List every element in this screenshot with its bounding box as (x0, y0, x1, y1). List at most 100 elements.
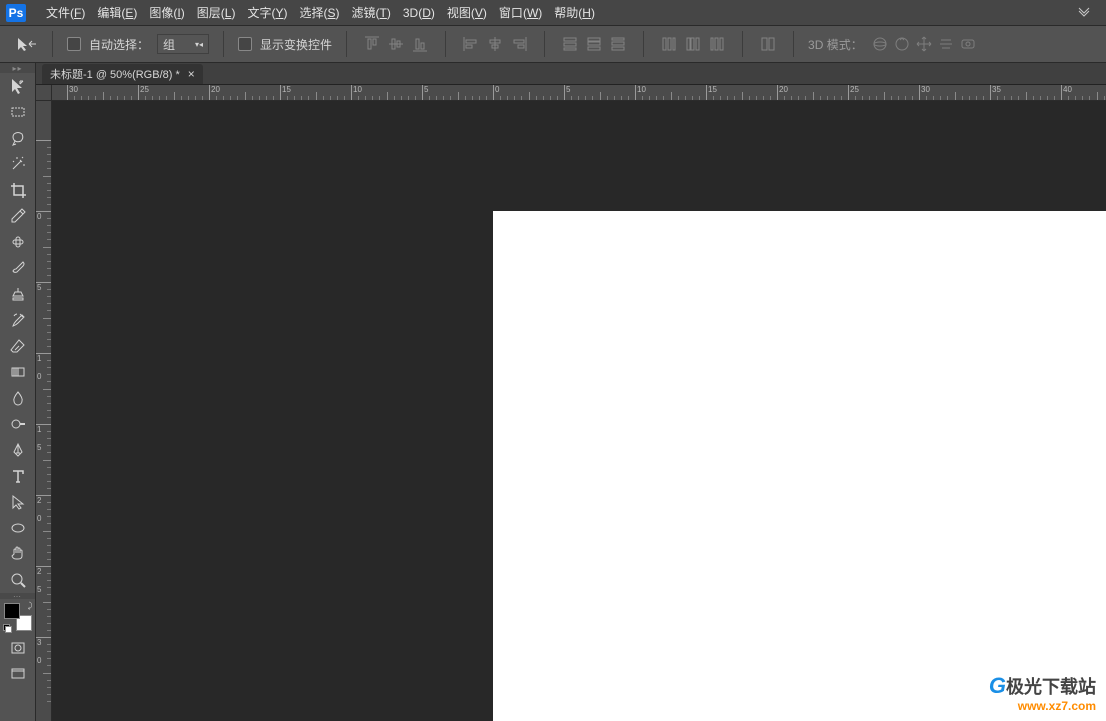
crop-tool[interactable] (0, 177, 36, 203)
align-right-icon[interactable] (508, 33, 530, 55)
align-left-icon[interactable] (460, 33, 482, 55)
auto-align-icon[interactable] (757, 33, 779, 55)
healing-brush-tool[interactable] (0, 229, 36, 255)
auto-align-group (757, 33, 779, 55)
menubar: Ps 文件(F) 编辑(E) 图像(I) 图层(L) 文字(Y) 选择(S) 滤… (0, 0, 1106, 26)
menu-type[interactable]: 文字(Y) (241, 0, 293, 25)
menu-type-label: 文字 (247, 6, 271, 20)
distribute-left-icon[interactable] (658, 33, 680, 55)
menu-file-label: 文件 (46, 6, 70, 20)
menu-edit[interactable]: 编辑(E) (91, 0, 143, 25)
menu-filter[interactable]: 滤镜(T) (346, 0, 397, 25)
blur-tool[interactable] (0, 385, 36, 411)
menu-3d[interactable]: 3D(D) (397, 2, 441, 24)
zoom-tool[interactable] (0, 567, 36, 593)
lasso-tool[interactable] (0, 125, 36, 151)
move-tool[interactable] (0, 73, 36, 99)
color-swatches[interactable]: ⤸ (4, 603, 32, 631)
menu-file[interactable]: 文件(F) (40, 0, 91, 25)
divider (445, 31, 446, 57)
menu-layer-label: 图层 (197, 6, 221, 20)
mode-3d-group (871, 35, 977, 53)
distribute-right-icon[interactable] (706, 33, 728, 55)
chevron-down-icon: ▾◂ (195, 40, 203, 49)
slide-3d-icon[interactable] (937, 35, 955, 53)
expand-panels-icon[interactable] (1072, 3, 1096, 22)
distribute-vcenter-icon[interactable] (583, 33, 605, 55)
path-selection-tool[interactable] (0, 489, 36, 515)
vertical-ruler[interactable]: 051 01 52 02 53 0 (36, 101, 52, 721)
align-group-1 (361, 33, 431, 55)
show-transform-label: 显示变换控件 (260, 36, 332, 53)
document-area: 未标题-1 @ 50%(RGB/8) * × 30252015105051015… (36, 63, 1106, 721)
distribute-top-icon[interactable] (559, 33, 581, 55)
auto-select-label: 自动选择： (89, 36, 149, 53)
auto-select-dropdown[interactable]: 组 ▾◂ (157, 34, 209, 54)
roll-3d-icon[interactable] (893, 35, 911, 53)
divider (742, 31, 743, 57)
distribute-hcenter-icon[interactable] (682, 33, 704, 55)
divider (793, 31, 794, 57)
gradient-tool[interactable] (0, 359, 36, 385)
foreground-color[interactable] (4, 603, 20, 619)
canvas-viewport[interactable]: G极光下载站 www.xz7.com (52, 101, 1106, 721)
document-tab[interactable]: 未标题-1 @ 50%(RGB/8) * × (42, 64, 203, 84)
toolbox-separator: ⋯ (0, 593, 35, 599)
default-colors-icon[interactable] (3, 624, 11, 632)
orbit-3d-icon[interactable] (871, 35, 889, 53)
shape-tool[interactable] (0, 515, 36, 541)
menu-view-label: 视图 (447, 6, 471, 20)
hand-tool[interactable] (0, 541, 36, 567)
menu-select-label: 选择 (299, 6, 323, 20)
divider (223, 31, 224, 57)
document-tabbar: 未标题-1 @ 50%(RGB/8) * × (36, 63, 1106, 85)
type-tool[interactable] (0, 463, 36, 489)
brush-tool[interactable] (0, 255, 36, 281)
align-vcenter-icon[interactable] (385, 33, 407, 55)
screen-mode-tool[interactable] (0, 661, 36, 687)
document-tab-title: 未标题-1 @ 50%(RGB/8) * (50, 66, 180, 82)
ruler-origin[interactable] (36, 85, 52, 101)
distribute-bottom-icon[interactable] (607, 33, 629, 55)
menu-help[interactable]: 帮助(H) (548, 0, 601, 25)
magic-wand-tool[interactable] (0, 151, 36, 177)
toolbox: ▸▸ ⋯ ⤸ (0, 63, 36, 721)
pan-3d-icon[interactable] (915, 35, 933, 53)
toolbox-handle[interactable]: ▸▸ (0, 63, 35, 73)
menu-layer[interactable]: 图层(L) (191, 0, 242, 25)
close-tab-icon[interactable]: × (188, 67, 195, 81)
quick-mask-tool[interactable] (0, 635, 36, 661)
menu-help-label: 帮助 (554, 6, 578, 20)
eraser-tool[interactable] (0, 333, 36, 359)
align-group-2 (460, 33, 530, 55)
dodge-tool[interactable] (0, 411, 36, 437)
menu-view[interactable]: 视图(V) (441, 0, 493, 25)
pen-tool[interactable] (0, 437, 36, 463)
swap-colors-icon[interactable]: ⤸ (28, 601, 33, 611)
horizontal-ruler[interactable]: 302520151050510152025303540 (52, 85, 1106, 101)
distribute-group-1 (559, 33, 629, 55)
auto-select-checkbox[interactable] (67, 37, 81, 51)
scale-3d-icon[interactable] (959, 35, 977, 53)
align-top-icon[interactable] (361, 33, 383, 55)
align-bottom-icon[interactable] (409, 33, 431, 55)
rect-marquee-tool[interactable] (0, 99, 36, 125)
active-tool-icon[interactable] (16, 35, 38, 53)
menu-filter-label: 滤镜 (352, 6, 376, 20)
auto-select-value: 组 (163, 36, 175, 53)
divider (643, 31, 644, 57)
menu-image[interactable]: 图像(I) (143, 0, 190, 25)
divider (346, 31, 347, 57)
history-brush-tool[interactable] (0, 307, 36, 333)
mode-3d-label: 3D 模式： (808, 36, 863, 53)
menu-select[interactable]: 选择(S) (293, 0, 345, 25)
eyedropper-tool[interactable] (0, 203, 36, 229)
clone-stamp-tool[interactable] (0, 281, 36, 307)
distribute-group-2 (658, 33, 728, 55)
ruler-row: 302520151050510152025303540 (36, 85, 1106, 101)
menu-window[interactable]: 窗口(W) (493, 0, 548, 25)
canvas[interactable] (493, 211, 1106, 721)
divider (544, 31, 545, 57)
show-transform-checkbox[interactable] (238, 37, 252, 51)
align-hcenter-icon[interactable] (484, 33, 506, 55)
